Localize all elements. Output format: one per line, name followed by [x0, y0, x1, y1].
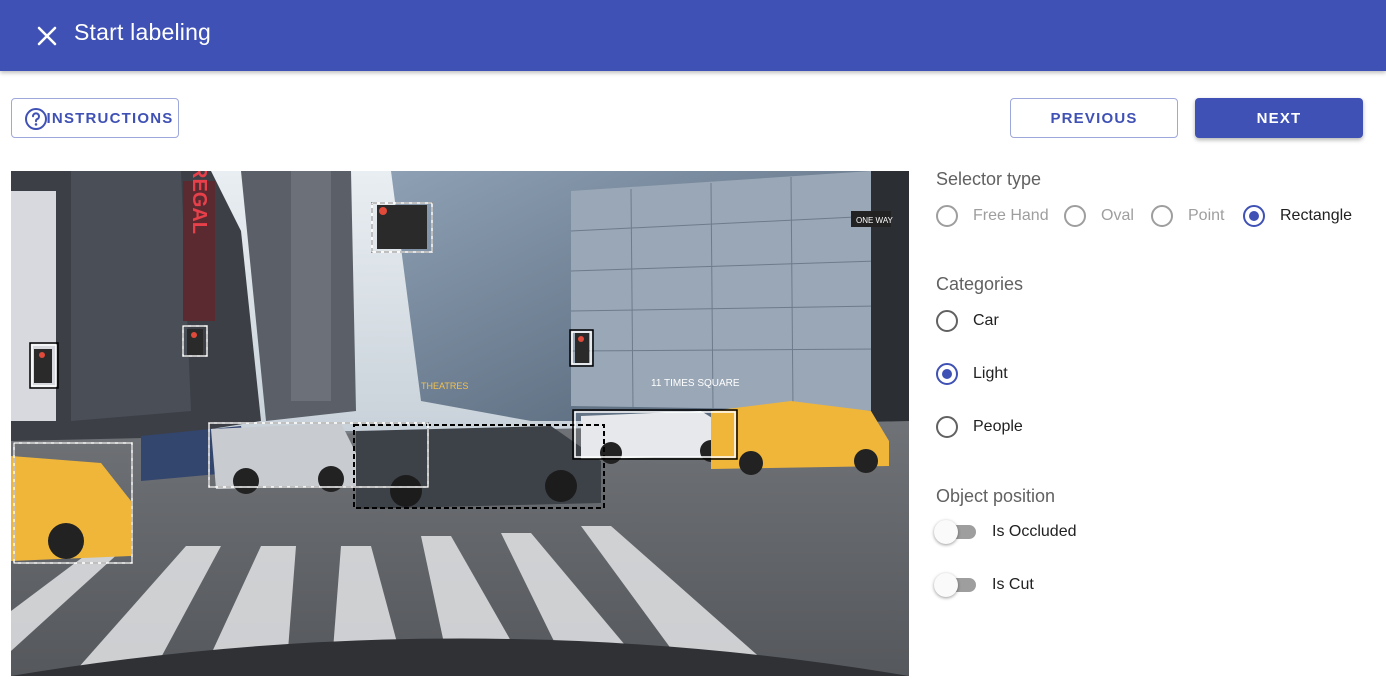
category-light-radio[interactable]: Light — [936, 363, 1008, 385]
selector-oval-radio[interactable]: Oval — [1064, 205, 1134, 227]
labeling-canvas[interactable]: REGAL 11 TIMES SQUARE THEATRES ONE WAY — [11, 171, 909, 676]
selector-rectangle-label: Rectangle — [1280, 207, 1353, 224]
regal-sign-text: REGAL — [188, 171, 210, 234]
toggle-track — [934, 573, 976, 597]
previous-button[interactable]: PREVIOUS — [1010, 98, 1178, 138]
theatres-sign-text: THEATRES — [421, 381, 468, 391]
object-position-title: Object position — [936, 486, 1056, 506]
selector-oval-label: Oval — [1101, 207, 1134, 224]
selector-point-radio[interactable]: Point — [1151, 205, 1224, 227]
selector-type-title: Selector type — [936, 169, 1042, 189]
app-bar: Start labeling — [0, 0, 1386, 71]
toggle-thumb — [934, 573, 958, 597]
is-cut-label: Is Cut — [992, 576, 1034, 593]
radio-circle — [1151, 205, 1173, 227]
category-light-label: Light — [973, 365, 1008, 382]
radio-circle — [936, 310, 958, 332]
help-icon — [25, 108, 47, 130]
categories-title: Categories — [936, 274, 1024, 294]
close-icon[interactable] — [33, 22, 61, 50]
radio-circle — [936, 363, 958, 385]
category-people-radio[interactable]: People — [936, 416, 1023, 438]
selector-free-hand-radio[interactable]: Free Hand — [936, 205, 1049, 227]
is-cut-toggle[interactable]: Is Cut — [934, 573, 1034, 597]
is-occluded-toggle[interactable]: Is Occluded — [934, 520, 1077, 544]
category-car-label: Car — [973, 312, 999, 329]
times-square-sign-text: 11 TIMES SQUARE — [651, 378, 740, 389]
is-occluded-label: Is Occluded — [992, 523, 1077, 540]
radio-circle — [1243, 205, 1265, 227]
instructions-button[interactable]: INSTRUCTIONS — [11, 98, 179, 138]
next-button[interactable]: NEXT — [1195, 98, 1363, 138]
selector-free-hand-label: Free Hand — [973, 207, 1049, 224]
radio-circle — [936, 205, 958, 227]
radio-circle — [1064, 205, 1086, 227]
toggle-track — [934, 520, 976, 544]
page-title: Start labeling — [74, 19, 212, 45]
category-people-label: People — [973, 418, 1023, 435]
toggle-thumb — [934, 520, 958, 544]
selector-rectangle-radio[interactable]: Rectangle — [1243, 205, 1352, 227]
category-car-radio[interactable]: Car — [936, 310, 999, 332]
one-way-sign-text: ONE WAY — [856, 216, 894, 225]
radio-circle — [936, 416, 958, 438]
street-scene-image: REGAL 11 TIMES SQUARE THEATRES ONE WAY — [11, 171, 909, 676]
selector-point-label: Point — [1188, 207, 1225, 224]
instructions-label: INSTRUCTIONS — [46, 109, 174, 127]
